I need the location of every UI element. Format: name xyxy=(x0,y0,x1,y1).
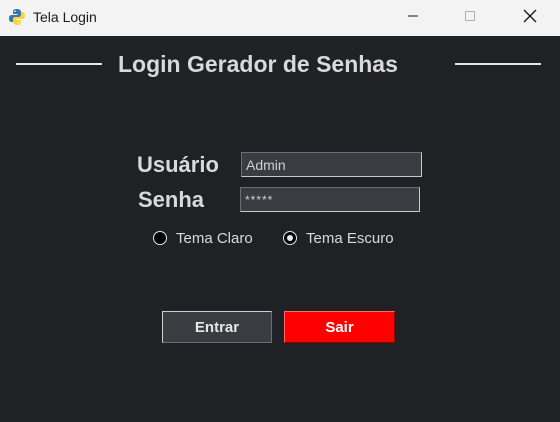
exit-button[interactable]: Sair xyxy=(284,311,395,343)
radio-unchecked-icon[interactable] xyxy=(153,231,167,245)
user-label: Usuário xyxy=(137,152,219,177)
title-bar[interactable]: Tela Login xyxy=(0,0,560,36)
header: Login Gerador de Senhas xyxy=(0,50,560,78)
minimize-icon xyxy=(407,9,419,27)
page-title: Login Gerador de Senhas xyxy=(118,51,398,77)
divider-right xyxy=(455,63,541,65)
close-button[interactable] xyxy=(507,0,553,36)
radio-theme-light-label: Tema Claro xyxy=(176,229,253,247)
radio-dot xyxy=(287,235,293,241)
password-input[interactable] xyxy=(240,187,420,212)
radio-theme-light[interactable]: Tema Claro xyxy=(153,228,253,248)
login-panel: Login Gerador de Senhas Usuário Senha Te… xyxy=(0,36,560,422)
radio-theme-dark[interactable]: Tema Escuro xyxy=(283,228,394,248)
radio-checked-icon[interactable] xyxy=(283,231,297,245)
divider-left xyxy=(16,63,102,65)
close-icon xyxy=(523,9,537,28)
python-icon xyxy=(8,8,26,26)
maximize-icon xyxy=(464,9,476,27)
password-label: Senha xyxy=(138,187,205,212)
radio-theme-dark-label: Tema Escuro xyxy=(306,229,394,247)
minimize-button[interactable] xyxy=(390,0,436,36)
window-title: Tela Login xyxy=(33,9,97,25)
enter-button[interactable]: Entrar xyxy=(162,311,272,343)
user-input[interactable] xyxy=(241,152,422,177)
maximize-button[interactable] xyxy=(447,0,493,36)
